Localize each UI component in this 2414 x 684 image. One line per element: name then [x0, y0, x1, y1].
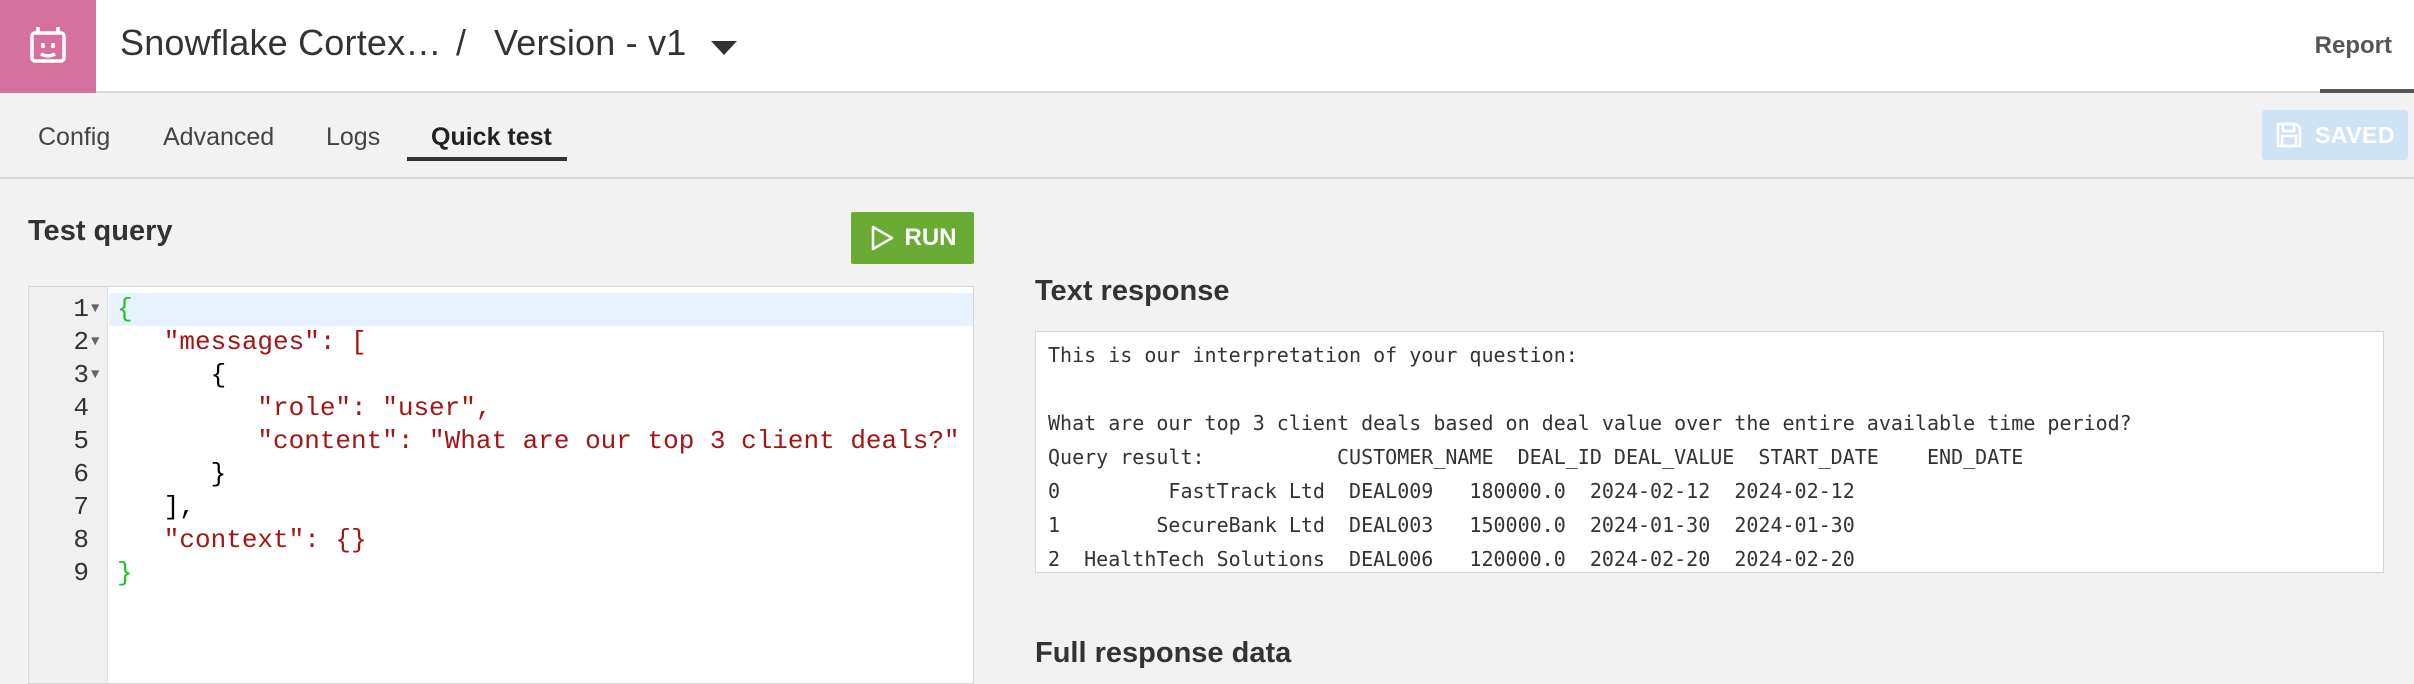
response-line: 0 FastTrack Ltd DEAL009 180000.0 2024-02… — [1048, 479, 1855, 503]
run-label: RUN — [904, 224, 957, 251]
response-line: 1 SecureBank Ltd DEAL003 150000.0 2024-0… — [1048, 513, 1855, 537]
fold-toggle-icon[interactable]: ▼ — [91, 326, 105, 359]
fold-toggle-icon[interactable]: ▼ — [91, 359, 105, 392]
code-line: "content": "What are our top 3 client de… — [117, 426, 960, 456]
code-line: "messages": [ — [117, 327, 367, 357]
active-line-highlight — [109, 293, 973, 326]
top-bar: Snowflake Cortex… / Version - v1 Report — [0, 0, 2414, 93]
response-line: Query result: CUSTOMER_NAME DEAL_ID DEAL… — [1048, 445, 2024, 469]
save-icon — [2276, 122, 2302, 148]
editor-gutter: 1 2 3 4 5 6 7 8 9 ▼ ▼ ▼ — [29, 287, 108, 683]
response-line: This is our interpretation of your quest… — [1048, 343, 1578, 367]
code-line: { — [117, 360, 227, 390]
line-number: 3 — [73, 360, 89, 390]
breadcrumb-project[interactable]: Snowflake Cortex… — [120, 22, 442, 64]
full-response-title: Full response data — [1035, 637, 1292, 669]
robot-logo-icon[interactable] — [0, 0, 96, 93]
breadcrumb-separator: / — [456, 22, 467, 63]
tab-quick-test[interactable]: Quick test — [431, 123, 552, 152]
fold-toggle-icon[interactable]: ▼ — [91, 293, 105, 326]
active-tab-indicator — [407, 157, 567, 161]
response-line: What are our top 3 client deals based on… — [1048, 411, 2132, 435]
version-dropdown-button[interactable] — [706, 36, 742, 60]
json-code-editor[interactable]: 1 2 3 4 5 6 7 8 9 ▼ ▼ ▼ { "messages": [ … — [28, 286, 974, 684]
tab-logs[interactable]: Logs — [326, 123, 380, 152]
chevron-down-icon — [711, 41, 737, 55]
saved-label: SAVED — [2314, 121, 2396, 148]
line-number: 2 — [73, 327, 89, 357]
tab-advanced[interactable]: Advanced — [163, 123, 274, 152]
code-line: { — [117, 294, 133, 324]
test-query-title: Test query — [28, 215, 173, 247]
saved-button[interactable]: SAVED — [2262, 110, 2408, 160]
report-link[interactable]: Report — [2315, 32, 2392, 60]
code-line: } — [117, 459, 227, 489]
line-number: 6 — [73, 459, 89, 489]
response-line: 2 HealthTech Solutions DEAL006 120000.0 … — [1048, 547, 1855, 571]
code-line: "context": {} — [117, 525, 367, 555]
line-number: 1 — [73, 294, 89, 324]
text-response-box: This is our interpretation of your quest… — [1035, 331, 2384, 573]
line-number: 4 — [73, 393, 89, 423]
line-number: 9 — [73, 558, 89, 588]
code-line: "role": "user", — [117, 393, 492, 423]
line-number: 7 — [73, 492, 89, 522]
response-line — [1048, 372, 2371, 406]
tab-bar: Config Advanced Logs Quick test SAVED — [0, 95, 2414, 179]
line-number: 5 — [73, 426, 89, 456]
text-response-title: Text response — [1035, 275, 1230, 307]
tab-config[interactable]: Config — [38, 123, 110, 152]
run-button[interactable]: RUN — [851, 212, 974, 264]
report-tab-underline — [2320, 89, 2414, 93]
code-line: ], — [117, 492, 196, 522]
line-number: 8 — [73, 525, 89, 555]
play-icon — [871, 225, 893, 251]
code-line: } — [117, 558, 133, 588]
breadcrumb-version[interactable]: Version - v1 — [494, 22, 687, 64]
